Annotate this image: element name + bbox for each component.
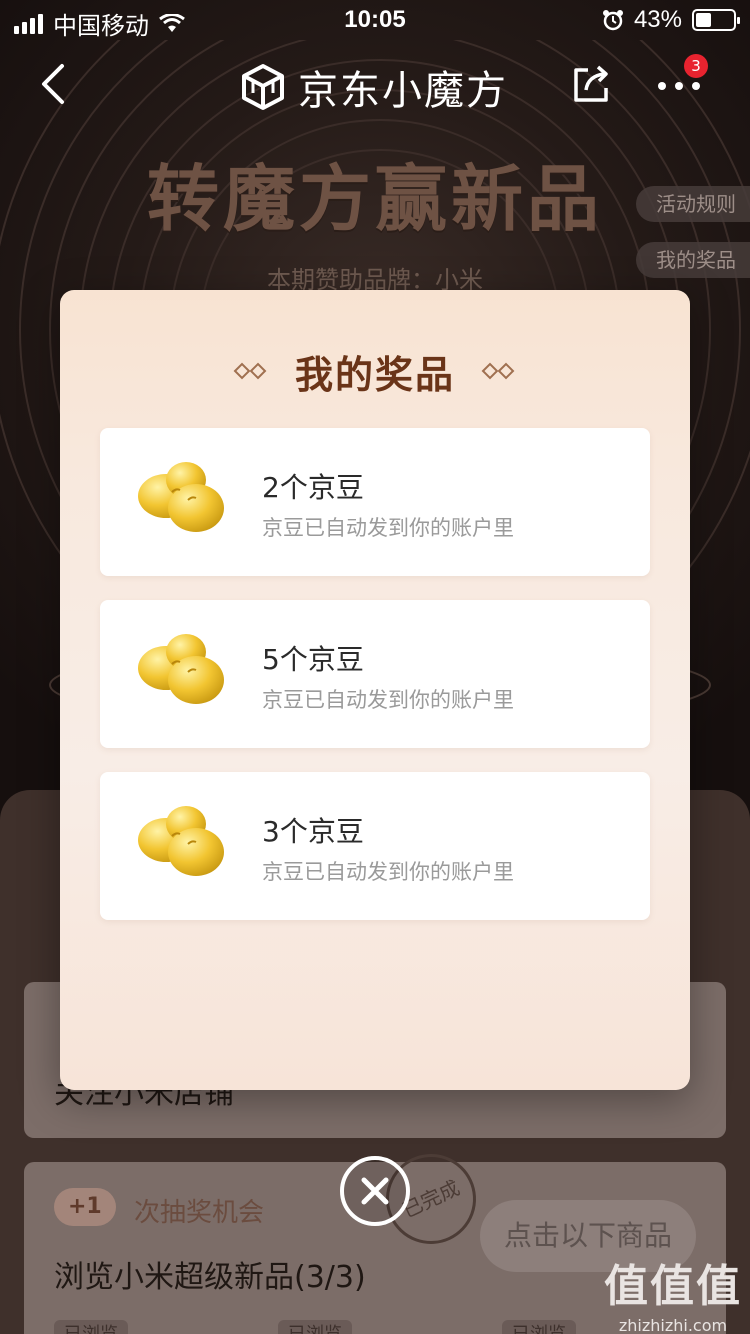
notification-badge: 3 [684, 54, 708, 78]
battery-icon [692, 9, 740, 31]
reward-text: 次抽奖机会 [134, 1198, 265, 1228]
prize-card: 3个京豆 京豆已自动发到你的账户里 [100, 772, 650, 920]
back-arrow-icon[interactable] [36, 62, 76, 106]
nav-title: 京东小魔方 [240, 58, 508, 116]
prize-card: 5个京豆 京豆已自动发到你的账户里 [100, 600, 650, 748]
navigation-bar: 京东小魔方 3 [0, 48, 750, 124]
jd-bean-icon [138, 462, 224, 532]
site-watermark: 值值值 zhizhizhi.com [598, 1250, 748, 1334]
my-prizes-modal: 我的奖品 2个京豆 京豆已自动发到你的账户里 5个京豆 京豆已自动发到你的账户里… [60, 290, 690, 1090]
hero-title: 转魔方赢新品 [146, 157, 603, 241]
modal-header: 我的奖品 [60, 346, 690, 397]
share-icon[interactable] [570, 62, 614, 106]
activity-rules-tab[interactable]: 活动规则 [636, 186, 750, 222]
prize-description: 京豆已自动发到你的账户里 [262, 516, 514, 540]
magic-cube-logo-icon [242, 64, 284, 110]
prize-description: 京豆已自动发到你的账户里 [262, 860, 514, 884]
watermark-url: zhizhizhi.com [618, 1316, 728, 1334]
close-modal-button[interactable] [340, 1156, 410, 1226]
prize-name: 2个京豆 [262, 471, 364, 504]
prize-name: 3个京豆 [262, 815, 364, 848]
status-bar: 中国移动 10:05 43% [0, 0, 750, 40]
diamond-ornament-icon [481, 362, 515, 380]
jd-bean-icon [138, 634, 224, 704]
modal-title: 我的奖品 [294, 352, 455, 397]
viewed-chip: 已浏览 [54, 1320, 128, 1334]
jd-bean-icon [138, 806, 224, 876]
task-title: 浏览小米超级新品(3/3) [54, 1260, 366, 1295]
viewed-chip: 已浏览 [502, 1320, 576, 1334]
prize-description: 京豆已自动发到你的账户里 [262, 688, 514, 712]
alarm-clock-icon [602, 10, 623, 31]
prize-card: 2个京豆 京豆已自动发到你的账户里 [100, 428, 650, 576]
app-title: 京东小魔方 [298, 68, 508, 114]
my-prizes-tab[interactable]: 我的奖品 [636, 242, 750, 278]
reward-plus-badge: +1 [54, 1188, 116, 1226]
close-icon [361, 1177, 389, 1205]
viewed-chip: 已浏览 [278, 1320, 352, 1334]
battery-percent: 43% [633, 6, 682, 33]
prize-name: 5个京豆 [262, 643, 364, 676]
watermark-logo-text: 值值值 [604, 1261, 742, 1312]
diamond-ornament-icon [233, 362, 267, 380]
